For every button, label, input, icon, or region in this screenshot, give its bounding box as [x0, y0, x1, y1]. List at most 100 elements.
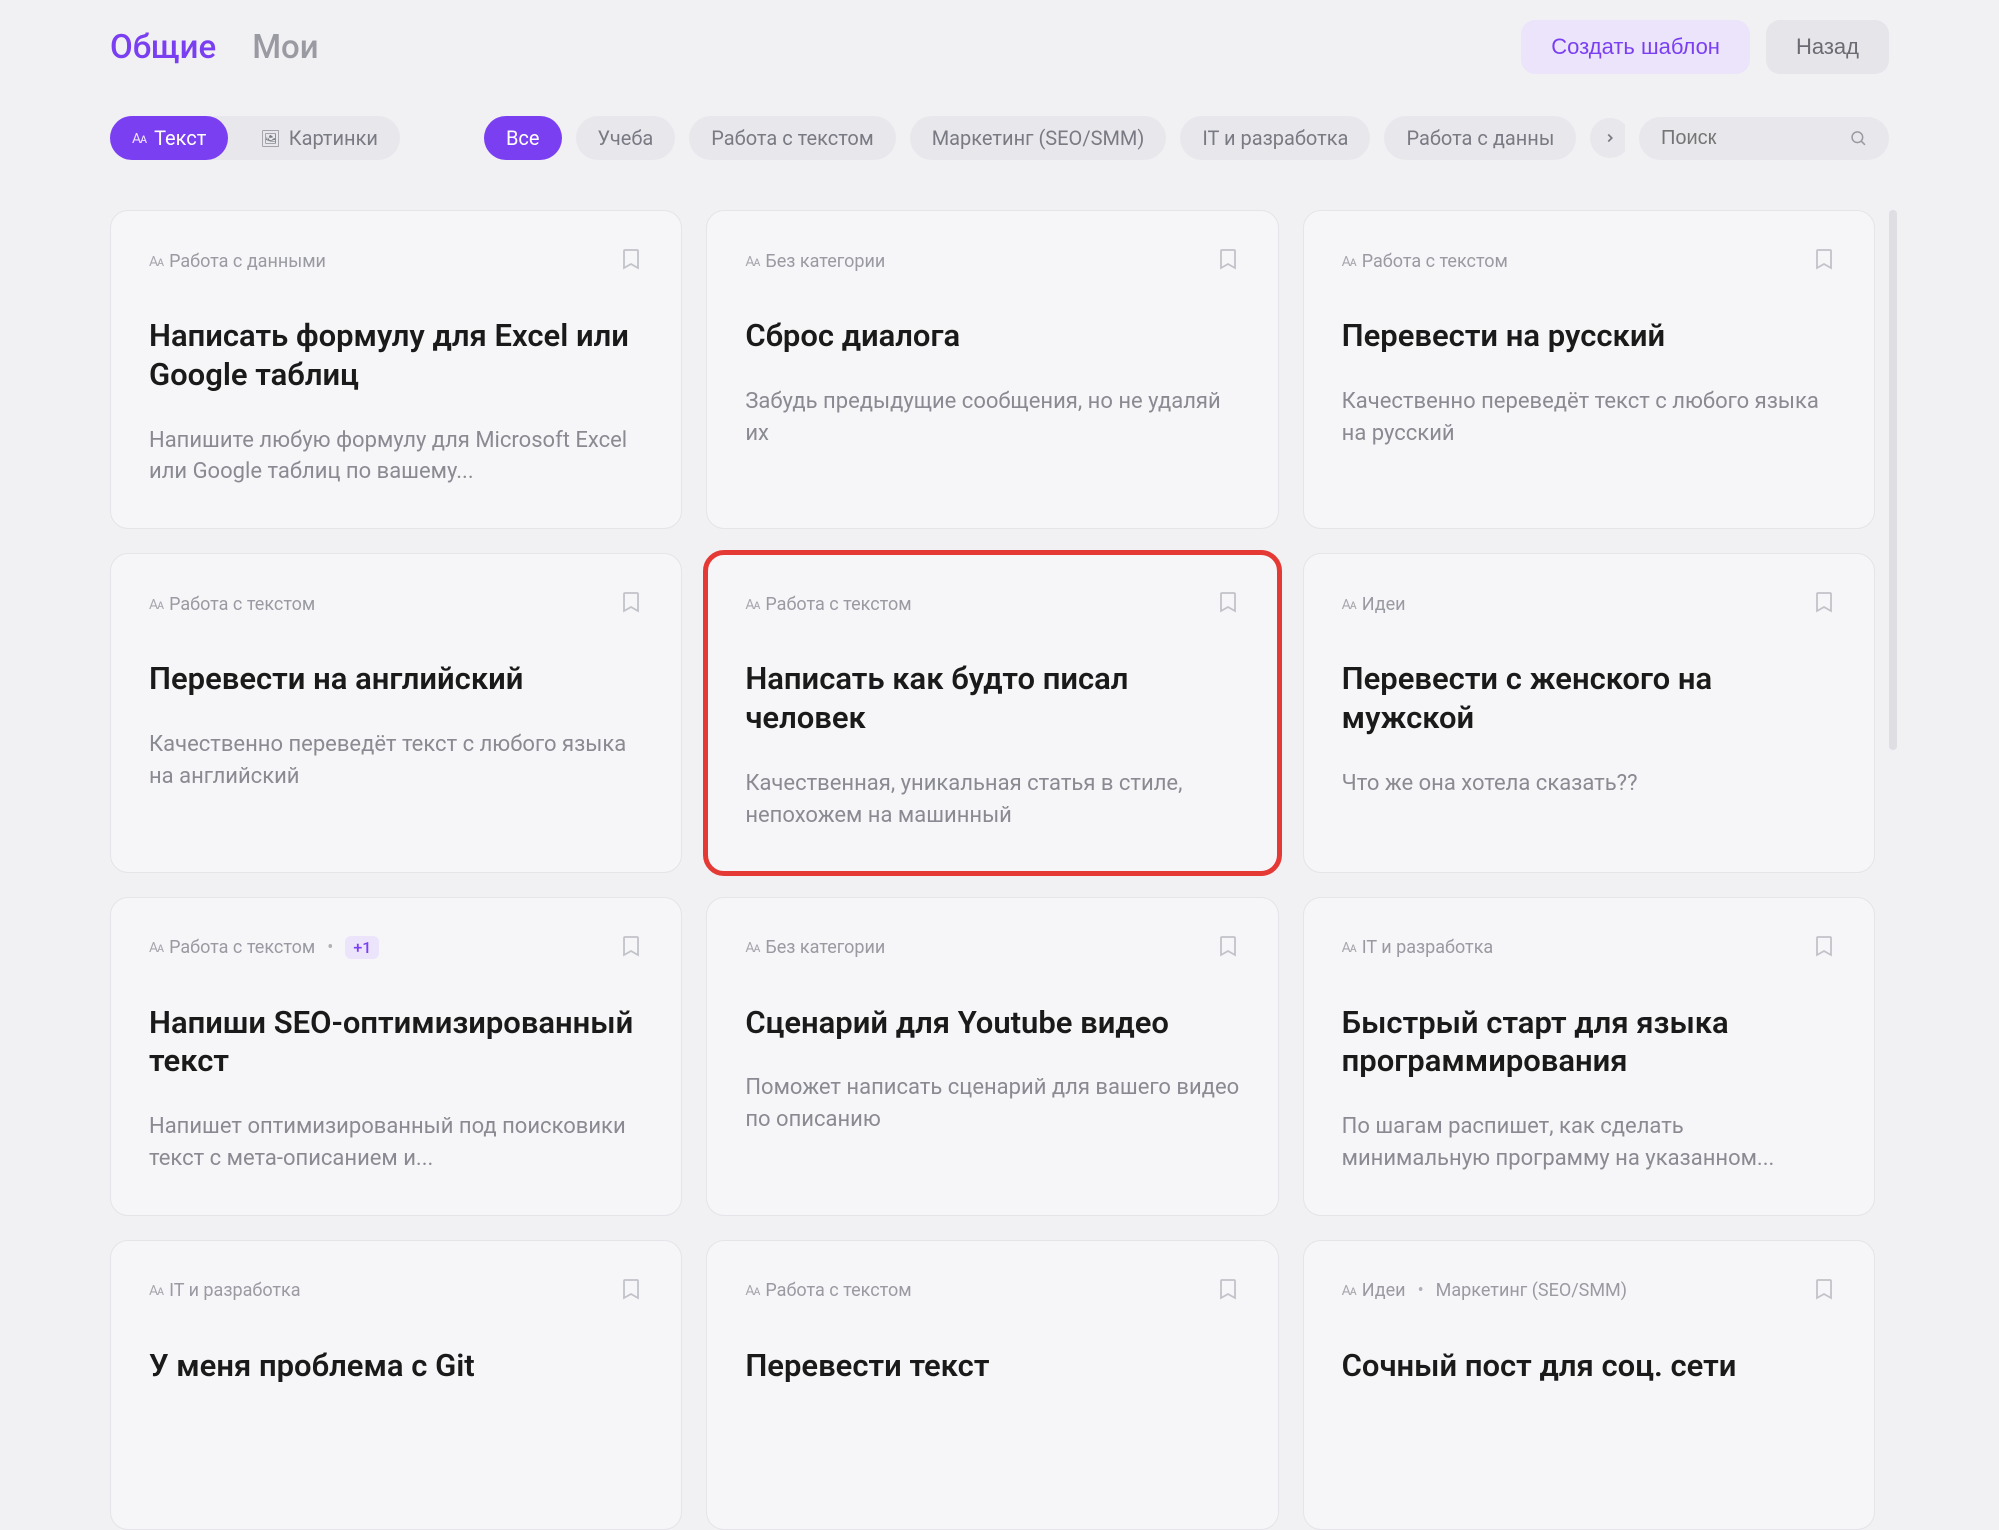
template-card[interactable]: AᴀРабота с текстом Перевести на английски… — [110, 553, 682, 872]
template-card[interactable]: AᴀIT и разработка У меня проблема с Git — [110, 1240, 682, 1530]
card-category-label: Маркетинг (SEO/SMM) — [1436, 1280, 1627, 1301]
card-categories: AᴀБез категории — [745, 251, 885, 272]
card-description: Качественная, уникальная статья в стиле,… — [745, 768, 1239, 832]
card-title: Написать как будто писал человек — [745, 660, 1239, 738]
card-description: Что же она хотела сказать?? — [1342, 768, 1836, 800]
card-header: AᴀБез категории — [745, 934, 1239, 962]
card-title: Быстрый старт для языка программирования — [1342, 1004, 1836, 1082]
card-categories: AᴀРабота с текстом — [745, 1280, 911, 1301]
type-filter-text[interactable]: Aᴀ Текст — [110, 116, 228, 160]
tab-my[interactable]: Мои — [252, 28, 318, 67]
top-tabs: Общие Мои — [110, 28, 319, 67]
category-pill-data[interactable]: Работа с данны — [1384, 116, 1576, 160]
category-pill-all[interactable]: Все — [484, 116, 562, 160]
card-categories: AᴀIT и разработка — [1342, 937, 1494, 958]
card-categories: AᴀРабота с текстом — [149, 594, 315, 615]
card-title: У меня проблема с Git — [149, 1347, 643, 1386]
template-card[interactable]: AᴀРабота с текстом Написать как будто пис… — [706, 553, 1278, 872]
bookmark-icon[interactable] — [1812, 1277, 1836, 1305]
card-categories: AᴀИдеи — [1342, 594, 1406, 615]
grid-scrollbar[interactable] — [1889, 210, 1897, 750]
category-filters-scroll: Все Учеба Работа с текстом Маркетинг (SE… — [484, 116, 1625, 160]
card-category-label: AᴀИдеи — [1342, 1280, 1406, 1301]
card-description: Напишите любую формулу для Microsoft Exc… — [149, 425, 643, 489]
card-category-label: AᴀРабота с текстом — [149, 594, 315, 615]
text-type-icon: Aᴀ — [149, 1282, 163, 1299]
card-category-label: AᴀБез категории — [745, 251, 885, 272]
card-description: Качественно переведёт текст с любого язы… — [149, 729, 643, 793]
category-pill-it[interactable]: IT и разработка — [1180, 116, 1370, 160]
template-card[interactable]: AᴀИдеиПеревести с женского на мужскойЧто… — [1303, 553, 1875, 872]
card-header: AᴀIT и разработка — [149, 1277, 643, 1305]
card-categories: AᴀРабота с текстом•+1 — [149, 936, 379, 959]
template-card[interactable]: AᴀРабота с текстомПеревести на русскийКа… — [1303, 210, 1875, 529]
template-card[interactable]: AᴀРабота с текстом Перевести текст — [706, 1240, 1278, 1530]
template-card[interactable]: AᴀРабота с даннымиНаписать формулу для E… — [110, 210, 682, 529]
bookmark-icon[interactable] — [619, 934, 643, 962]
card-title: Сценарий для Youtube видео — [745, 1004, 1239, 1043]
bookmark-icon[interactable] — [1216, 1277, 1240, 1305]
card-categories: AᴀIT и разработка — [149, 1280, 301, 1301]
card-category-label: AᴀРабота с текстом — [1342, 251, 1508, 272]
text-type-icon: Aᴀ — [132, 130, 146, 147]
bookmark-icon[interactable] — [1216, 934, 1240, 962]
text-type-icon: Aᴀ — [745, 253, 759, 270]
category-separator: • — [327, 937, 333, 958]
template-card[interactable]: AᴀРабота с текстом•+1Напиши SEO-оптимизи… — [110, 897, 682, 1216]
back-button[interactable]: Назад — [1766, 20, 1889, 74]
bookmark-icon[interactable] — [1216, 247, 1240, 275]
bookmark-icon[interactable] — [1812, 934, 1836, 962]
text-type-icon: Aᴀ — [745, 939, 759, 956]
card-categories: AᴀРабота с данными — [149, 251, 326, 272]
bookmark-icon[interactable] — [619, 590, 643, 618]
card-title: Перевести текст — [745, 1347, 1239, 1386]
text-type-icon: Aᴀ — [1342, 939, 1356, 956]
template-card[interactable]: AᴀИдеи • Маркетинг (SEO/SMM) Сочный пост дл… — [1303, 1240, 1875, 1530]
card-header: AᴀБез категории — [745, 247, 1239, 275]
text-type-icon: Aᴀ — [149, 596, 163, 613]
category-separator: • — [1418, 1280, 1424, 1301]
bookmark-icon[interactable] — [619, 1277, 643, 1305]
card-description: Напишет оптимизированный под поисковики … — [149, 1111, 643, 1175]
card-category-label: AᴀРабота с текстом — [745, 1280, 911, 1301]
search-input[interactable] — [1661, 127, 1849, 150]
create-template-button[interactable]: Создать шаблон — [1521, 20, 1750, 74]
card-title: Сочный пост для соц. сети — [1342, 1347, 1836, 1386]
template-card[interactable]: AᴀБез категории Сценарий для Youtube виде… — [706, 897, 1278, 1216]
card-description: Забудь предыдущие сообщения, но не удаля… — [745, 386, 1239, 450]
card-categories: AᴀБез категории — [745, 937, 885, 958]
tab-common[interactable]: Общие — [110, 28, 216, 67]
card-description: Качественно переведёт текст с любого язы… — [1342, 386, 1836, 450]
bookmark-icon[interactable] — [1216, 590, 1240, 618]
card-category-label: AᴀРабота с данными — [149, 251, 326, 272]
card-title: Перевести на английский — [149, 660, 643, 699]
text-type-icon: Aᴀ — [1342, 1282, 1356, 1299]
bookmark-icon[interactable] — [1812, 247, 1836, 275]
search-field[interactable] — [1639, 117, 1889, 160]
category-pill-marketing[interactable]: Маркетинг (SEO/SMM) — [910, 116, 1167, 160]
header: Общие Мои Создать шаблон Назад — [110, 20, 1889, 74]
bookmark-icon[interactable] — [1812, 590, 1836, 618]
extra-categories-badge[interactable]: +1 — [345, 936, 379, 959]
image-type-icon: 🖼 — [260, 129, 280, 148]
category-pill-text[interactable]: Работа с текстом — [689, 116, 895, 160]
category-scroll-right-button[interactable] — [1590, 118, 1625, 158]
card-category-label: AᴀБез категории — [745, 937, 885, 958]
chevron-right-icon — [1603, 131, 1617, 145]
card-categories: AᴀРабота с текстом — [745, 594, 911, 615]
card-category-label: AᴀIT и разработка — [149, 1280, 301, 1301]
card-description: Поможет написать сценарий для вашего вид… — [745, 1072, 1239, 1136]
card-description: По шагам распишет, как сделать минимальн… — [1342, 1111, 1836, 1175]
card-header: AᴀРабота с текстом•+1 — [149, 934, 643, 962]
card-header: AᴀРабота с текстом — [1342, 247, 1836, 275]
template-card[interactable]: AᴀБез категорииСброс диалогаЗабудь преды… — [706, 210, 1278, 529]
bookmark-icon[interactable] — [619, 247, 643, 275]
card-category-label: AᴀИдеи — [1342, 594, 1406, 615]
card-header: AᴀРабота с текстом — [745, 590, 1239, 618]
type-filter-group: Aᴀ Текст 🖼 Картинки — [110, 116, 400, 160]
card-categories: AᴀРабота с текстом — [1342, 251, 1508, 272]
type-filter-images[interactable]: 🖼 Картинки — [238, 116, 400, 160]
templates-grid: AᴀРабота с даннымиНаписать формулу для E… — [110, 210, 1889, 1530]
template-card[interactable]: AᴀIT и разработка Быстрый старт для языка… — [1303, 897, 1875, 1216]
category-pill-study[interactable]: Учеба — [576, 116, 676, 160]
